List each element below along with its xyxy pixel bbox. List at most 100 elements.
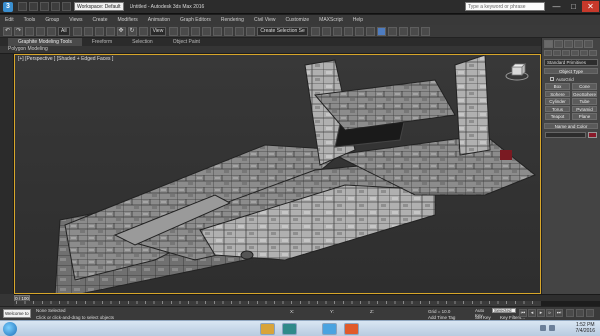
- viewport-label[interactable]: [+] [Perspective ] [Shaded + Edged Faces…: [18, 56, 113, 62]
- selection-filter-select[interactable]: All: [58, 26, 70, 36]
- go-to-end-icon[interactable]: ⏭: [555, 309, 563, 317]
- taskbar-clock[interactable]: 1:52 PM 7/4/2016: [576, 322, 595, 334]
- tab-freeform[interactable]: Freeform: [82, 38, 122, 46]
- torus-button[interactable]: Torus: [545, 105, 570, 112]
- media-taskbar-icon[interactable]: [344, 323, 359, 335]
- shapes-icon[interactable]: [553, 50, 561, 56]
- orbit-icon[interactable]: [576, 309, 584, 317]
- start-button-icon[interactable]: [3, 322, 17, 336]
- spaceship-model[interactable]: [15, 55, 541, 294]
- viewcube-icon[interactable]: [504, 61, 530, 83]
- object-name-input[interactable]: [545, 131, 586, 138]
- key-set-select[interactable]: Selected: [492, 308, 516, 313]
- geosphere-button[interactable]: GeoSphere: [572, 90, 597, 97]
- render-setup-icon[interactable]: [387, 26, 397, 36]
- mirror-icon[interactable]: [310, 26, 320, 36]
- window-crossing-icon[interactable]: [105, 26, 115, 36]
- modify-tab-icon[interactable]: [554, 40, 563, 48]
- select-object-icon[interactable]: [72, 26, 82, 36]
- menu-maxscript[interactable]: MAXScript: [314, 17, 348, 23]
- undo-tool-icon[interactable]: ↶: [3, 26, 12, 36]
- undo-icon[interactable]: [51, 2, 60, 11]
- maxscript-listener-input[interactable]: Welcome to M: [3, 309, 31, 318]
- app-logo-icon[interactable]: 3: [3, 1, 13, 12]
- auto-key-button[interactable]: Auto Key: [475, 308, 489, 318]
- tube-button[interactable]: Tube: [572, 98, 597, 105]
- tab-object-paint[interactable]: Object Paint: [163, 38, 210, 46]
- bind-space-warp-icon[interactable]: [47, 26, 56, 36]
- cameras-icon[interactable]: [571, 50, 579, 56]
- menu-create[interactable]: Create: [87, 17, 112, 23]
- maximize-viewport-icon[interactable]: [586, 309, 594, 317]
- material-editor-icon[interactable]: [376, 26, 386, 36]
- teapot-button[interactable]: Teapot: [545, 113, 570, 120]
- selection-region-icon[interactable]: [94, 26, 104, 36]
- perspective-viewport[interactable]: [+] [Perspective ] [Shaded + Edged Faces…: [14, 54, 541, 294]
- file-explorer-icon[interactable]: [260, 323, 275, 335]
- percent-snap-icon[interactable]: [224, 26, 234, 36]
- menu-customize[interactable]: Customize: [281, 17, 315, 23]
- schematic-view-icon[interactable]: [365, 26, 375, 36]
- play-icon[interactable]: ▸: [537, 309, 545, 317]
- pyramid-button[interactable]: Pyramid: [572, 105, 597, 112]
- box-button[interactable]: Box: [545, 83, 570, 90]
- ribbon-panel-label[interactable]: Polygon Modeling: [0, 46, 600, 53]
- menu-group[interactable]: Group: [40, 17, 64, 23]
- edit-named-selection-icon[interactable]: [246, 26, 256, 36]
- menu-edit[interactable]: Edit: [0, 17, 19, 23]
- plane-button[interactable]: Plane: [572, 113, 597, 120]
- minimize-button[interactable]: —: [548, 1, 565, 12]
- unlink-icon[interactable]: [36, 26, 45, 36]
- snaps-toggle-icon[interactable]: [202, 26, 212, 36]
- volume-tray-icon[interactable]: [549, 325, 555, 331]
- cone-button[interactable]: Cone: [572, 83, 597, 90]
- move-icon[interactable]: ✥: [116, 26, 126, 36]
- lights-icon[interactable]: [562, 50, 570, 56]
- geometry-icon[interactable]: [544, 50, 552, 56]
- reference-coord-select[interactable]: View: [149, 26, 167, 36]
- spinner-snap-icon[interactable]: [235, 26, 245, 36]
- angle-snap-icon[interactable]: [213, 26, 223, 36]
- pivot-center-icon[interactable]: [169, 26, 179, 36]
- zoom-icon[interactable]: [566, 309, 574, 317]
- primitive-category-select[interactable]: Standard Primitives: [544, 59, 598, 66]
- menu-graph-editors[interactable]: Graph Editors: [175, 17, 216, 23]
- hierarchy-tab-icon[interactable]: [564, 40, 573, 48]
- time-slider[interactable]: 0 / 100: [14, 294, 600, 302]
- motion-tab-icon[interactable]: [574, 40, 583, 48]
- menu-civil-view[interactable]: Civil View: [249, 17, 281, 23]
- menu-help[interactable]: Help: [348, 17, 368, 23]
- align-icon[interactable]: [321, 26, 331, 36]
- tab-selection[interactable]: Selection: [122, 38, 163, 46]
- named-selection-select[interactable]: Create Selection Se: [257, 26, 308, 36]
- helpers-icon[interactable]: [580, 50, 588, 56]
- cylinder-button[interactable]: Cylinder: [545, 98, 570, 105]
- graphite-toggle-icon[interactable]: [343, 26, 353, 36]
- curve-editor-icon[interactable]: [354, 26, 364, 36]
- redo-tool-icon[interactable]: ↷: [14, 26, 23, 36]
- save-file-icon[interactable]: [40, 2, 49, 11]
- create-tab-icon[interactable]: [544, 40, 553, 48]
- layer-manager-icon[interactable]: [332, 26, 342, 36]
- keyboard-shortcut-icon[interactable]: [191, 26, 201, 36]
- object-color-swatch[interactable]: [588, 131, 597, 138]
- autogrid-check-icon[interactable]: [550, 77, 554, 81]
- scale-icon[interactable]: [138, 26, 148, 36]
- manipulate-icon[interactable]: [180, 26, 190, 36]
- rendered-frame-icon[interactable]: [398, 26, 408, 36]
- object-type-rollout[interactable]: Object Type: [544, 68, 598, 74]
- search-input[interactable]: Type a keyword or phrase: [465, 2, 545, 11]
- tab-graphite-modeling-tools[interactable]: Graphite Modeling Tools: [8, 38, 82, 46]
- display-tab-icon[interactable]: [584, 40, 593, 48]
- space-warps-icon[interactable]: [589, 50, 597, 56]
- menu-views[interactable]: Views: [64, 17, 87, 23]
- menu-animation[interactable]: Animation: [143, 17, 175, 23]
- close-button[interactable]: ✕: [582, 1, 599, 12]
- render-production-icon[interactable]: [409, 26, 419, 36]
- menu-modifiers[interactable]: Modifiers: [112, 17, 142, 23]
- browser-taskbar-icon[interactable]: [322, 323, 337, 335]
- 3ds-max-taskbar-icon[interactable]: [282, 323, 297, 335]
- open-file-icon[interactable]: [29, 2, 38, 11]
- workspace-select[interactable]: Workspace: Default: [74, 2, 124, 11]
- name-and-color-rollout[interactable]: Name and Color: [544, 122, 598, 129]
